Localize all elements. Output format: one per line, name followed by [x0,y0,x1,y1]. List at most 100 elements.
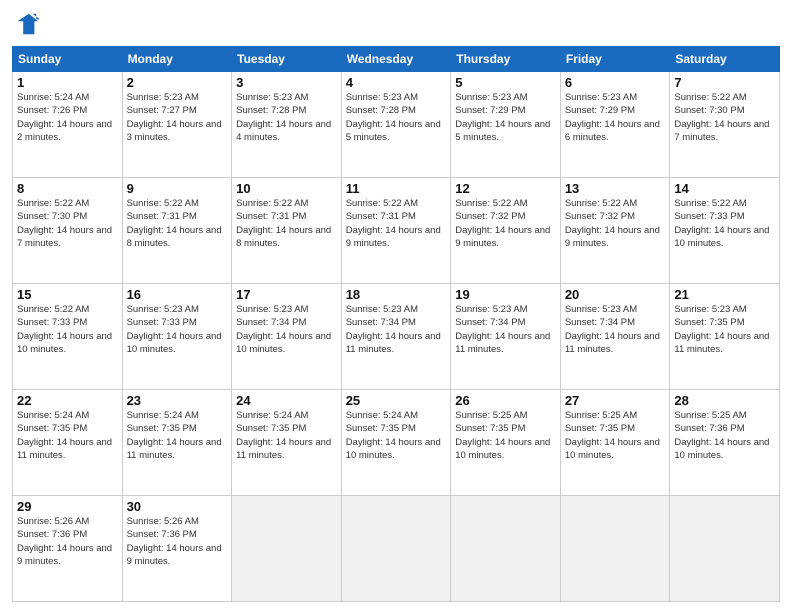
day-info: Sunrise: 5:25 AMSunset: 7:36 PMDaylight:… [674,409,775,462]
day-number: 16 [127,287,228,302]
day-info: Sunrise: 5:23 AMSunset: 7:34 PMDaylight:… [236,303,337,356]
calendar-cell: 26Sunrise: 5:25 AMSunset: 7:35 PMDayligh… [451,390,561,496]
day-number: 30 [127,499,228,514]
calendar-cell: 3Sunrise: 5:23 AMSunset: 7:28 PMDaylight… [232,72,342,178]
day-number: 14 [674,181,775,196]
day-info: Sunrise: 5:23 AMSunset: 7:34 PMDaylight:… [565,303,666,356]
day-info: Sunrise: 5:22 AMSunset: 7:31 PMDaylight:… [346,197,447,250]
calendar-cell: 15Sunrise: 5:22 AMSunset: 7:33 PMDayligh… [13,284,123,390]
logo-icon [12,10,40,38]
logo [12,10,44,38]
calendar-week-3: 15Sunrise: 5:22 AMSunset: 7:33 PMDayligh… [13,284,780,390]
col-header-monday: Monday [122,47,232,72]
calendar-table: SundayMondayTuesdayWednesdayThursdayFrid… [12,46,780,602]
day-info: Sunrise: 5:24 AMSunset: 7:35 PMDaylight:… [236,409,337,462]
day-info: Sunrise: 5:26 AMSunset: 7:36 PMDaylight:… [17,515,118,568]
day-info: Sunrise: 5:22 AMSunset: 7:31 PMDaylight:… [236,197,337,250]
day-info: Sunrise: 5:22 AMSunset: 7:33 PMDaylight:… [17,303,118,356]
calendar-cell: 14Sunrise: 5:22 AMSunset: 7:33 PMDayligh… [670,178,780,284]
calendar-cell: 18Sunrise: 5:23 AMSunset: 7:34 PMDayligh… [341,284,451,390]
day-info: Sunrise: 5:23 AMSunset: 7:28 PMDaylight:… [346,91,447,144]
calendar-cell: 7Sunrise: 5:22 AMSunset: 7:30 PMDaylight… [670,72,780,178]
calendar-cell: 4Sunrise: 5:23 AMSunset: 7:28 PMDaylight… [341,72,451,178]
day-number: 15 [17,287,118,302]
calendar-cell: 12Sunrise: 5:22 AMSunset: 7:32 PMDayligh… [451,178,561,284]
day-number: 25 [346,393,447,408]
col-header-saturday: Saturday [670,47,780,72]
day-info: Sunrise: 5:23 AMSunset: 7:34 PMDaylight:… [455,303,556,356]
col-header-wednesday: Wednesday [341,47,451,72]
day-info: Sunrise: 5:25 AMSunset: 7:35 PMDaylight:… [565,409,666,462]
day-number: 6 [565,75,666,90]
day-info: Sunrise: 5:22 AMSunset: 7:33 PMDaylight:… [674,197,775,250]
calendar-cell [670,496,780,602]
calendar-week-2: 8Sunrise: 5:22 AMSunset: 7:30 PMDaylight… [13,178,780,284]
day-number: 21 [674,287,775,302]
day-number: 5 [455,75,556,90]
day-number: 2 [127,75,228,90]
day-info: Sunrise: 5:22 AMSunset: 7:30 PMDaylight:… [674,91,775,144]
calendar-cell: 28Sunrise: 5:25 AMSunset: 7:36 PMDayligh… [670,390,780,496]
header [12,10,780,38]
calendar-cell: 23Sunrise: 5:24 AMSunset: 7:35 PMDayligh… [122,390,232,496]
day-info: Sunrise: 5:26 AMSunset: 7:36 PMDaylight:… [127,515,228,568]
day-number: 23 [127,393,228,408]
col-header-sunday: Sunday [13,47,123,72]
calendar-cell [451,496,561,602]
calendar-cell [341,496,451,602]
day-number: 26 [455,393,556,408]
day-info: Sunrise: 5:23 AMSunset: 7:29 PMDaylight:… [455,91,556,144]
day-number: 4 [346,75,447,90]
day-info: Sunrise: 5:24 AMSunset: 7:26 PMDaylight:… [17,91,118,144]
day-number: 18 [346,287,447,302]
calendar-cell: 13Sunrise: 5:22 AMSunset: 7:32 PMDayligh… [560,178,670,284]
day-number: 3 [236,75,337,90]
day-info: Sunrise: 5:22 AMSunset: 7:30 PMDaylight:… [17,197,118,250]
day-number: 17 [236,287,337,302]
col-header-tuesday: Tuesday [232,47,342,72]
calendar-cell: 5Sunrise: 5:23 AMSunset: 7:29 PMDaylight… [451,72,561,178]
day-number: 24 [236,393,337,408]
calendar-cell: 25Sunrise: 5:24 AMSunset: 7:35 PMDayligh… [341,390,451,496]
calendar-week-5: 29Sunrise: 5:26 AMSunset: 7:36 PMDayligh… [13,496,780,602]
day-number: 27 [565,393,666,408]
calendar-header-row: SundayMondayTuesdayWednesdayThursdayFrid… [13,47,780,72]
day-number: 10 [236,181,337,196]
day-info: Sunrise: 5:23 AMSunset: 7:33 PMDaylight:… [127,303,228,356]
day-info: Sunrise: 5:23 AMSunset: 7:27 PMDaylight:… [127,91,228,144]
calendar-cell: 1Sunrise: 5:24 AMSunset: 7:26 PMDaylight… [13,72,123,178]
day-info: Sunrise: 5:23 AMSunset: 7:29 PMDaylight:… [565,91,666,144]
day-number: 22 [17,393,118,408]
calendar-cell: 10Sunrise: 5:22 AMSunset: 7:31 PMDayligh… [232,178,342,284]
calendar-cell [560,496,670,602]
calendar-cell: 24Sunrise: 5:24 AMSunset: 7:35 PMDayligh… [232,390,342,496]
day-info: Sunrise: 5:22 AMSunset: 7:32 PMDaylight:… [565,197,666,250]
day-info: Sunrise: 5:24 AMSunset: 7:35 PMDaylight:… [17,409,118,462]
day-info: Sunrise: 5:24 AMSunset: 7:35 PMDaylight:… [127,409,228,462]
calendar-cell: 19Sunrise: 5:23 AMSunset: 7:34 PMDayligh… [451,284,561,390]
day-number: 1 [17,75,118,90]
col-header-friday: Friday [560,47,670,72]
calendar-cell: 30Sunrise: 5:26 AMSunset: 7:36 PMDayligh… [122,496,232,602]
day-number: 9 [127,181,228,196]
calendar-week-4: 22Sunrise: 5:24 AMSunset: 7:35 PMDayligh… [13,390,780,496]
day-number: 8 [17,181,118,196]
calendar-cell: 16Sunrise: 5:23 AMSunset: 7:33 PMDayligh… [122,284,232,390]
calendar-cell [232,496,342,602]
day-number: 29 [17,499,118,514]
day-info: Sunrise: 5:22 AMSunset: 7:32 PMDaylight:… [455,197,556,250]
calendar-cell: 9Sunrise: 5:22 AMSunset: 7:31 PMDaylight… [122,178,232,284]
day-info: Sunrise: 5:22 AMSunset: 7:31 PMDaylight:… [127,197,228,250]
calendar-cell: 8Sunrise: 5:22 AMSunset: 7:30 PMDaylight… [13,178,123,284]
calendar-cell: 17Sunrise: 5:23 AMSunset: 7:34 PMDayligh… [232,284,342,390]
day-number: 11 [346,181,447,196]
calendar-cell: 20Sunrise: 5:23 AMSunset: 7:34 PMDayligh… [560,284,670,390]
day-info: Sunrise: 5:25 AMSunset: 7:35 PMDaylight:… [455,409,556,462]
calendar-week-1: 1Sunrise: 5:24 AMSunset: 7:26 PMDaylight… [13,72,780,178]
calendar-cell: 21Sunrise: 5:23 AMSunset: 7:35 PMDayligh… [670,284,780,390]
day-info: Sunrise: 5:23 AMSunset: 7:34 PMDaylight:… [346,303,447,356]
calendar-cell: 11Sunrise: 5:22 AMSunset: 7:31 PMDayligh… [341,178,451,284]
calendar-cell: 29Sunrise: 5:26 AMSunset: 7:36 PMDayligh… [13,496,123,602]
calendar-cell: 2Sunrise: 5:23 AMSunset: 7:27 PMDaylight… [122,72,232,178]
day-info: Sunrise: 5:24 AMSunset: 7:35 PMDaylight:… [346,409,447,462]
